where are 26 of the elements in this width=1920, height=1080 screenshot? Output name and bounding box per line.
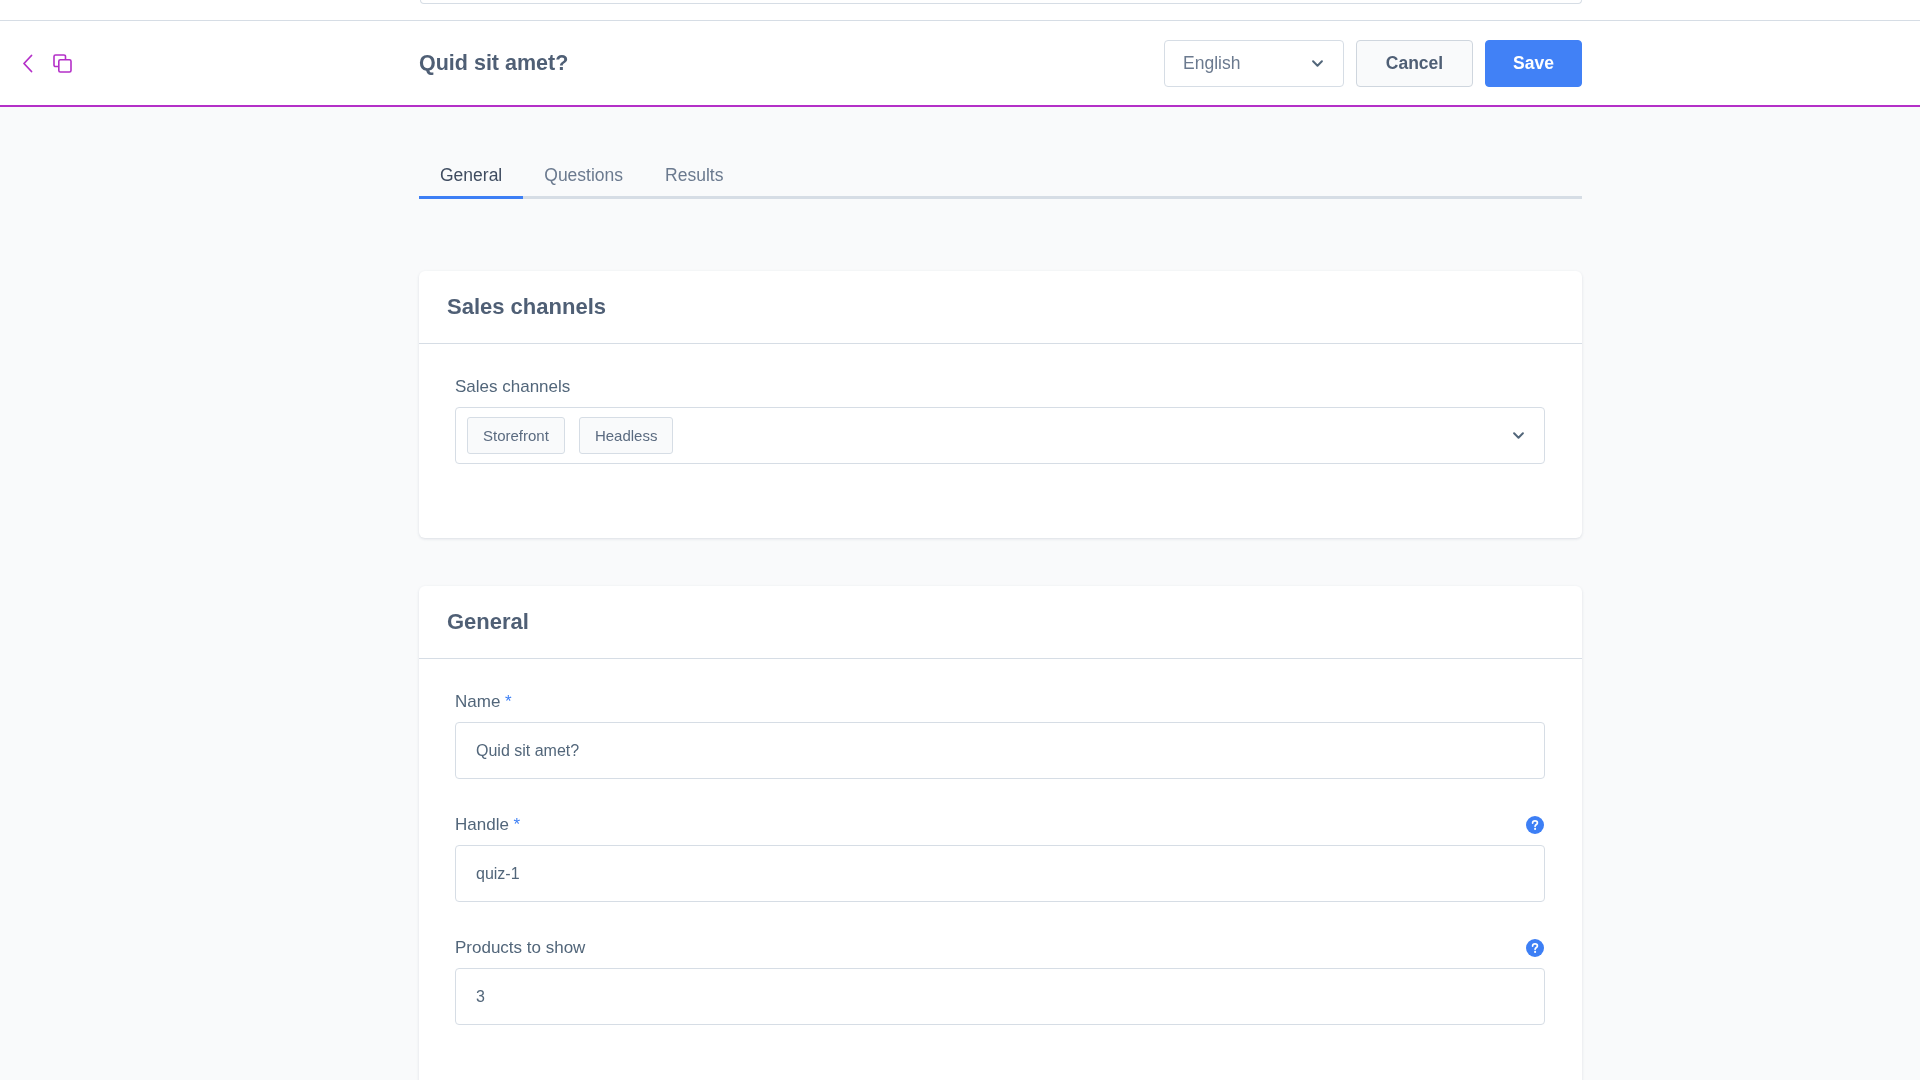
chevron-down-icon: [1513, 432, 1524, 439]
cancel-button[interactable]: Cancel: [1356, 39, 1473, 87]
text-field[interactable]: quiz-1: [455, 845, 1545, 902]
tab[interactable]: Results: [644, 155, 745, 199]
back-icon[interactable]: [22, 53, 33, 73]
input-field[interactable]: [420, 0, 1582, 4]
field-label: Name *: [455, 692, 512, 712]
tab[interactable]: General: [419, 155, 524, 199]
chevron-down-icon: [1312, 59, 1323, 67]
tab[interactable]: Questions: [523, 155, 645, 199]
channel-tag[interactable]: Headless: [578, 417, 674, 454]
text-field[interactable]: 3: [455, 968, 1545, 1025]
field-label: Sales channels: [455, 377, 571, 397]
language-select[interactable]: English: [1164, 39, 1344, 87]
multi-select-field[interactable]: Storefront Headless: [455, 407, 1545, 464]
field-label: Handle *: [455, 815, 521, 835]
field-label: Products to show: [455, 938, 586, 958]
card-title: Sales channels: [447, 294, 606, 320]
help-icon[interactable]: [1526, 939, 1544, 957]
card-title: General: [447, 609, 529, 635]
text-field[interactable]: Quid sit amet?: [455, 722, 1545, 779]
copy-icon[interactable]: [53, 53, 72, 73]
help-icon[interactable]: [1526, 816, 1544, 834]
page-title: Quid sit amet?: [419, 50, 569, 76]
channel-tag[interactable]: Storefront: [467, 417, 565, 454]
save-button[interactable]: Save: [1485, 39, 1582, 87]
